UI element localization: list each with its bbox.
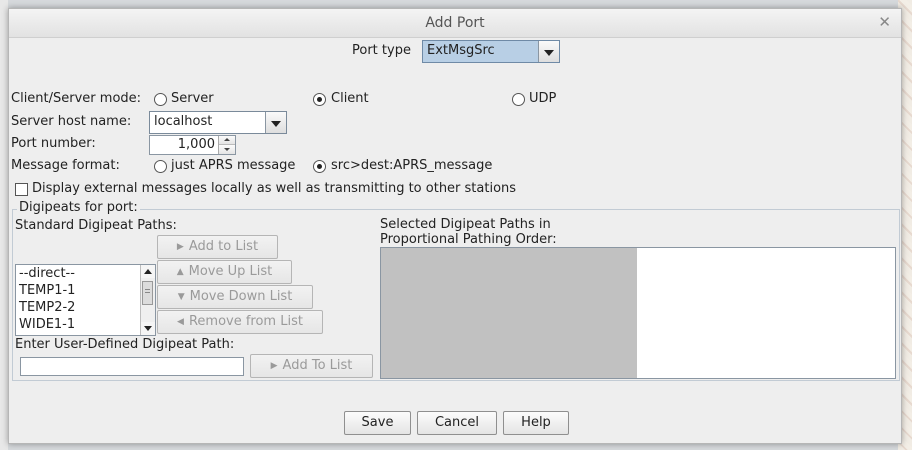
port-number-value: 1,000 [177,137,215,152]
server-host-value: localhost [154,114,213,129]
server-radio[interactable] [154,93,167,106]
message-format-label: Message format: [11,158,120,173]
play-icon: ▶ [176,242,184,252]
spinner-buttons [218,136,235,154]
add-user-path-button[interactable]: ▶ Add To List [250,354,373,378]
remove-from-list-label: Remove from List [188,314,303,329]
display-local-label[interactable]: Display external messages locally as wel… [32,181,516,196]
add-to-list-button[interactable]: ▶ Add to List [157,235,278,259]
selected-paths-label-2: Proportional Pathing Order: [380,232,557,247]
add-to-list-label: Add to List [188,239,259,254]
just-aprs-radio[interactable] [154,160,167,173]
client-radio[interactable] [313,93,326,106]
just-aprs-radio-label[interactable]: just APRS message [171,158,295,173]
port-type-combo[interactable]: ExtMsgSrc [422,40,560,63]
standard-paths-list[interactable]: --direct-- TEMP1-1 TEMP2-2 WIDE1-1 [15,264,156,336]
udp-radio[interactable] [512,93,525,106]
list-item[interactable]: TEMP2-2 [19,300,75,315]
arrow-left-icon: ◀ [177,317,184,327]
server-host-label: Server host name: [11,114,132,129]
port-number-label: Port number: [11,136,96,151]
chevron-down-icon[interactable] [265,112,286,133]
dialog-title: Add Port [425,15,485,31]
src-dest-radio-label[interactable]: src>dest:APRS_message [331,158,492,173]
scroll-up-icon[interactable] [141,265,155,278]
scroll-down-icon[interactable] [141,322,155,335]
port-type-value: ExtMsgSrc [427,43,495,58]
client-radio-label[interactable]: Client [331,91,369,106]
user-defined-path-input[interactable] [20,357,244,376]
mode-label: Client/Server mode: [11,91,142,106]
add-user-path-label: Add To List [282,358,353,373]
list-item[interactable]: WIDE1-1 [19,317,75,332]
list-scrollbar[interactable] [140,265,155,335]
selected-paths-gray-area [381,248,637,378]
digipeats-group-title: Digipeats for port: [17,200,140,215]
src-dest-radio[interactable] [313,160,326,173]
move-up-button[interactable]: ▲ Move Up List [157,260,292,284]
selected-paths-list[interactable] [380,247,896,379]
spinner-down-icon[interactable] [219,145,235,154]
udp-radio-label[interactable]: UDP [529,91,556,106]
title-bar[interactable]: Add Port ✕ [9,9,901,38]
arrow-up-icon: ▲ [176,267,184,277]
scroll-thumb[interactable] [142,281,153,305]
move-down-label: Move Down List [189,289,293,304]
list-item[interactable]: TEMP1-1 [19,283,75,298]
user-defined-label: Enter User-Defined Digipeat Path: [15,337,235,352]
move-up-label: Move Up List [188,264,273,279]
port-number-spinner[interactable]: 1,000 [149,135,236,155]
background-window-left [0,0,8,450]
port-type-label: Port type [352,43,411,58]
selected-paths-label-1: Selected Digipeat Paths in [380,217,551,232]
list-item[interactable]: --direct-- [19,266,75,281]
chevron-down-icon[interactable] [538,41,559,62]
server-radio-label[interactable]: Server [171,91,214,106]
close-icon[interactable]: ✕ [878,13,891,31]
arrow-down-icon: ▼ [177,292,185,302]
remove-from-list-button[interactable]: ◀ Remove from List [157,310,323,334]
move-down-button[interactable]: ▼ Move Down List [157,285,313,309]
save-button[interactable]: Save [344,411,411,435]
play-icon: ▶ [270,361,278,371]
add-port-dialog: Add Port ✕ Port type ExtMsgSrc Client/Se… [8,8,902,444]
help-button[interactable]: Help [503,411,569,435]
cancel-button[interactable]: Cancel [417,411,497,435]
display-local-checkbox[interactable] [15,183,28,196]
spinner-up-icon[interactable] [219,136,235,145]
standard-paths-label: Standard Digipeat Paths: [15,218,177,233]
server-host-combo[interactable]: localhost [149,111,287,134]
